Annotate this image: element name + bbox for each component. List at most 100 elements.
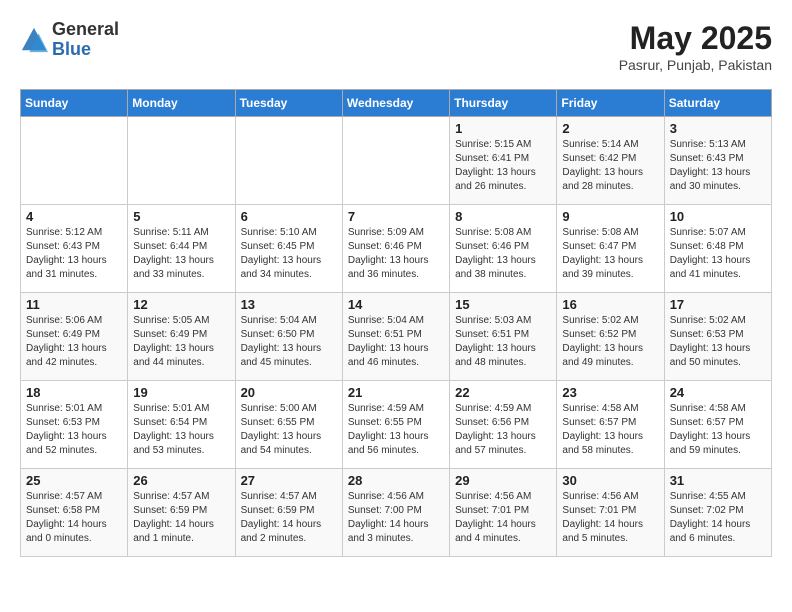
calendar-cell: 15 Sunrise: 5:03 AM Sunset: 6:51 PM Dayli… xyxy=(450,293,557,381)
day-number: 22 xyxy=(455,385,551,400)
day-number: 7 xyxy=(348,209,444,224)
calendar-week-row: 1 Sunrise: 5:15 AM Sunset: 6:41 PM Daylig… xyxy=(21,117,772,205)
day-info: Sunrise: 5:06 AM Sunset: 6:49 PM Dayligh… xyxy=(26,314,122,370)
day-number: 23 xyxy=(562,385,658,400)
day-number: 19 xyxy=(133,385,229,400)
day-info: Sunrise: 5:00 AM Sunset: 6:55 PM Dayligh… xyxy=(241,402,337,458)
day-number: 20 xyxy=(241,385,337,400)
calendar-cell: 22 Sunrise: 4:59 AM Sunset: 6:56 PM Dayli… xyxy=(450,381,557,469)
calendar-cell: 12 Sunrise: 5:05 AM Sunset: 6:49 PM Dayli… xyxy=(128,293,235,381)
calendar-week-row: 18Sunrise: 5:01 AM Sunset: 6:53 PM Dayli… xyxy=(21,381,772,469)
calendar-cell: 30Sunrise: 4:56 AM Sunset: 7:01 PM Dayli… xyxy=(557,469,664,557)
calendar-week-row: 4 Sunrise: 5:12 AM Sunset: 6:43 PM Daylig… xyxy=(21,205,772,293)
day-info: Sunrise: 5:08 AM Sunset: 6:47 PM Dayligh… xyxy=(562,226,658,282)
calendar-cell: 18Sunrise: 5:01 AM Sunset: 6:53 PM Dayli… xyxy=(21,381,128,469)
calendar-header-row: SundayMondayTuesdayWednesdayThursdayFrid… xyxy=(21,90,772,117)
day-number: 10 xyxy=(670,209,766,224)
logo-icon xyxy=(20,26,48,54)
calendar-cell: 10 Sunrise: 5:07 AM Sunset: 6:48 PM Dayli… xyxy=(664,205,771,293)
day-info: Sunrise: 5:03 AM Sunset: 6:51 PM Dayligh… xyxy=(455,314,551,370)
day-number: 13 xyxy=(241,297,337,312)
day-info: Sunrise: 5:02 AM Sunset: 6:52 PM Dayligh… xyxy=(562,314,658,370)
day-info: Sunrise: 4:58 AM Sunset: 6:57 PM Dayligh… xyxy=(562,402,658,458)
calendar-cell xyxy=(235,117,342,205)
day-number: 3 xyxy=(670,121,766,136)
calendar-cell: 20 Sunrise: 5:00 AM Sunset: 6:55 PM Dayli… xyxy=(235,381,342,469)
day-info: Sunrise: 5:07 AM Sunset: 6:48 PM Dayligh… xyxy=(670,226,766,282)
day-number: 15 xyxy=(455,297,551,312)
calendar-cell: 3Sunrise: 5:13 AM Sunset: 6:43 PM Daylig… xyxy=(664,117,771,205)
day-info: Sunrise: 4:59 AM Sunset: 6:55 PM Dayligh… xyxy=(348,402,444,458)
day-number: 4 xyxy=(26,209,122,224)
logo-blue: Blue xyxy=(52,40,119,60)
day-number: 9 xyxy=(562,209,658,224)
column-header-monday: Monday xyxy=(128,90,235,117)
day-number: 16 xyxy=(562,297,658,312)
calendar-cell: 24Sunrise: 4:58 AM Sunset: 6:57 PM Dayli… xyxy=(664,381,771,469)
location: Pasrur, Punjab, Pakistan xyxy=(619,57,772,73)
calendar-week-row: 25 Sunrise: 4:57 AM Sunset: 6:58 PM Dayli… xyxy=(21,469,772,557)
day-number: 27 xyxy=(241,473,337,488)
day-number: 24 xyxy=(670,385,766,400)
calendar-cell: 9 Sunrise: 5:08 AM Sunset: 6:47 PM Daylig… xyxy=(557,205,664,293)
day-number: 1 xyxy=(455,121,551,136)
day-number: 6 xyxy=(241,209,337,224)
day-info: Sunrise: 4:57 AM Sunset: 6:59 PM Dayligh… xyxy=(241,490,337,546)
calendar-cell: 23 Sunrise: 4:58 AM Sunset: 6:57 PM Dayli… xyxy=(557,381,664,469)
day-number: 25 xyxy=(26,473,122,488)
calendar-cell: 28 Sunrise: 4:56 AM Sunset: 7:00 PM Dayli… xyxy=(342,469,449,557)
title-block: May 2025 Pasrur, Punjab, Pakistan xyxy=(619,20,772,73)
day-info: Sunrise: 4:57 AM Sunset: 6:59 PM Dayligh… xyxy=(133,490,229,546)
day-info: Sunrise: 5:10 AM Sunset: 6:45 PM Dayligh… xyxy=(241,226,337,282)
calendar-cell: 13 Sunrise: 5:04 AM Sunset: 6:50 PM Dayli… xyxy=(235,293,342,381)
day-number: 30 xyxy=(562,473,658,488)
day-number: 21 xyxy=(348,385,444,400)
day-number: 5 xyxy=(133,209,229,224)
calendar-cell: 25 Sunrise: 4:57 AM Sunset: 6:58 PM Dayli… xyxy=(21,469,128,557)
day-info: Sunrise: 5:15 AM Sunset: 6:41 PM Dayligh… xyxy=(455,138,551,194)
day-number: 12 xyxy=(133,297,229,312)
calendar-cell xyxy=(128,117,235,205)
day-info: Sunrise: 4:56 AM Sunset: 7:00 PM Dayligh… xyxy=(348,490,444,546)
calendar-cell: 21 Sunrise: 4:59 AM Sunset: 6:55 PM Dayli… xyxy=(342,381,449,469)
day-info: Sunrise: 5:04 AM Sunset: 6:50 PM Dayligh… xyxy=(241,314,337,370)
day-info: Sunrise: 5:05 AM Sunset: 6:49 PM Dayligh… xyxy=(133,314,229,370)
calendar-week-row: 11Sunrise: 5:06 AM Sunset: 6:49 PM Dayli… xyxy=(21,293,772,381)
day-number: 28 xyxy=(348,473,444,488)
day-info: Sunrise: 5:12 AM Sunset: 6:43 PM Dayligh… xyxy=(26,226,122,282)
calendar-table: SundayMondayTuesdayWednesdayThursdayFrid… xyxy=(20,89,772,557)
logo-general: General xyxy=(52,20,119,40)
day-number: 29 xyxy=(455,473,551,488)
calendar-cell: 29 Sunrise: 4:56 AM Sunset: 7:01 PM Dayli… xyxy=(450,469,557,557)
calendar-cell: 14 Sunrise: 5:04 AM Sunset: 6:51 PM Dayli… xyxy=(342,293,449,381)
column-header-sunday: Sunday xyxy=(21,90,128,117)
calendar-cell: 4 Sunrise: 5:12 AM Sunset: 6:43 PM Daylig… xyxy=(21,205,128,293)
column-header-thursday: Thursday xyxy=(450,90,557,117)
day-info: Sunrise: 4:56 AM Sunset: 7:01 PM Dayligh… xyxy=(455,490,551,546)
calendar-cell: 31Sunrise: 4:55 AM Sunset: 7:02 PM Dayli… xyxy=(664,469,771,557)
calendar-cell: 6 Sunrise: 5:10 AM Sunset: 6:45 PM Daylig… xyxy=(235,205,342,293)
logo-text: General Blue xyxy=(52,20,119,60)
calendar-cell xyxy=(342,117,449,205)
day-info: Sunrise: 5:09 AM Sunset: 6:46 PM Dayligh… xyxy=(348,226,444,282)
day-info: Sunrise: 5:01 AM Sunset: 6:54 PM Dayligh… xyxy=(133,402,229,458)
calendar-cell: 7 Sunrise: 5:09 AM Sunset: 6:46 PM Daylig… xyxy=(342,205,449,293)
day-info: Sunrise: 5:04 AM Sunset: 6:51 PM Dayligh… xyxy=(348,314,444,370)
calendar-cell: 2Sunrise: 5:14 AM Sunset: 6:42 PM Daylig… xyxy=(557,117,664,205)
day-info: Sunrise: 4:57 AM Sunset: 6:58 PM Dayligh… xyxy=(26,490,122,546)
month-title: May 2025 xyxy=(619,20,772,57)
page-header: General Blue May 2025 Pasrur, Punjab, Pa… xyxy=(20,20,772,73)
column-header-saturday: Saturday xyxy=(664,90,771,117)
calendar-cell xyxy=(21,117,128,205)
calendar-cell: 1 Sunrise: 5:15 AM Sunset: 6:41 PM Daylig… xyxy=(450,117,557,205)
calendar-cell: 19 Sunrise: 5:01 AM Sunset: 6:54 PM Dayli… xyxy=(128,381,235,469)
logo: General Blue xyxy=(20,20,119,60)
column-header-wednesday: Wednesday xyxy=(342,90,449,117)
day-number: 31 xyxy=(670,473,766,488)
calendar-cell: 26Sunrise: 4:57 AM Sunset: 6:59 PM Dayli… xyxy=(128,469,235,557)
calendar-cell: 16 Sunrise: 5:02 AM Sunset: 6:52 PM Dayli… xyxy=(557,293,664,381)
column-header-friday: Friday xyxy=(557,90,664,117)
day-info: Sunrise: 4:59 AM Sunset: 6:56 PM Dayligh… xyxy=(455,402,551,458)
day-number: 14 xyxy=(348,297,444,312)
day-number: 18 xyxy=(26,385,122,400)
